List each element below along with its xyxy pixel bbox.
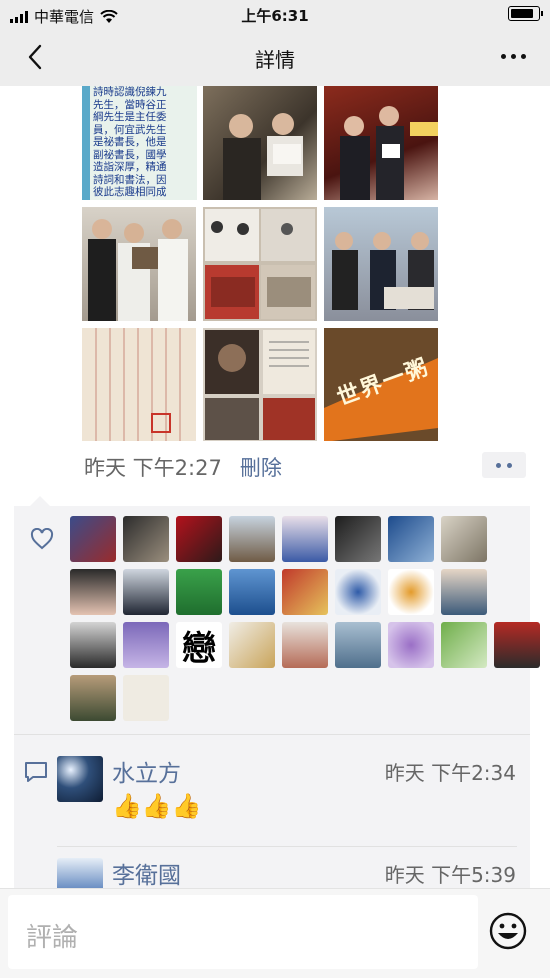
divider (57, 846, 517, 847)
dot-icon (507, 462, 512, 468)
avatar[interactable] (282, 516, 328, 562)
avatar[interactable] (335, 622, 381, 668)
likes-comments-panel: 戀 水立方 昨天 下午2:34 👍👍👍 李衛國 昨天 下午5:39 (14, 496, 540, 906)
dot-icon (496, 462, 501, 468)
avatar[interactable] (282, 622, 328, 668)
avatar[interactable] (388, 516, 434, 562)
divider (14, 734, 530, 735)
photo-5[interactable] (203, 207, 317, 321)
photo-8[interactable] (203, 328, 317, 441)
photo-9[interactable]: 世界一粥 (324, 328, 438, 441)
avatar[interactable] (441, 516, 487, 562)
more-options-icon[interactable] (501, 54, 526, 59)
delete-link[interactable]: 刪除 (240, 456, 282, 480)
photo-grid: 詩時認識倪鍊九 先生，當時谷正 綱先生是主任委 員，何宜武先生 是祕書長，他是 … (82, 86, 439, 441)
comment-author[interactable]: 水立方 (112, 754, 181, 788)
page-title: 詳情 (255, 48, 295, 72)
comment-input-bar: 評論 (0, 888, 550, 978)
avatar[interactable] (229, 622, 275, 668)
nav-bar: 詳情 (0, 28, 550, 86)
avatar[interactable] (282, 569, 328, 615)
avatar[interactable] (70, 516, 116, 562)
post-time: 昨天 下午2:27 (84, 456, 222, 480)
avatar[interactable] (123, 569, 169, 615)
avatar[interactable] (229, 569, 275, 615)
comment-input-placeholder: 評論 (26, 923, 79, 953)
comment-time: 昨天 下午2:34 (384, 761, 516, 785)
comment-text: 👍👍👍 (112, 792, 202, 820)
avatar[interactable] (70, 569, 116, 615)
emoji-icon[interactable] (488, 911, 528, 951)
avatar[interactable] (441, 622, 487, 668)
calligraphy-avatar-text: 戀 (182, 628, 216, 669)
avatar[interactable] (388, 569, 434, 615)
photo-2[interactable] (203, 86, 317, 200)
avatar[interactable] (123, 675, 169, 721)
photo-caption-strip: 詩時認識倪鍊九 先生，當時谷正 綱先生是主任委 員，何宜武先生 是祕書長，他是 … (90, 86, 197, 200)
avatar[interactable] (441, 569, 487, 615)
post-actions-button[interactable] (482, 452, 526, 478)
avatar[interactable] (494, 622, 540, 668)
avatar[interactable]: 戀 (176, 622, 222, 668)
comment-icon (25, 762, 47, 782)
avatar[interactable] (123, 516, 169, 562)
photo-3[interactable] (324, 86, 438, 200)
avatar[interactable] (335, 516, 381, 562)
comment-author[interactable]: 李衛國 (112, 856, 181, 890)
avatar[interactable] (123, 622, 169, 668)
comment-time: 昨天 下午5:39 (384, 863, 516, 887)
photo-7[interactable] (82, 328, 196, 441)
avatar[interactable] (70, 675, 116, 721)
status-time: 上午6:31 (241, 7, 309, 25)
comment-avatar[interactable] (57, 756, 103, 802)
status-bar: 中華電信 上午6:31 (0, 0, 550, 28)
avatar[interactable] (176, 516, 222, 562)
avatar[interactable] (176, 569, 222, 615)
post-meta: 昨天 下午2:27 刪除 (84, 452, 282, 482)
photo-6[interactable] (324, 207, 438, 321)
photo-4[interactable] (82, 207, 196, 321)
photo-1[interactable]: 詩時認識倪鍊九 先生，當時谷正 綱先生是主任委 員，何宜武先生 是祕書長，他是 … (82, 86, 197, 200)
comment-input[interactable]: 評論 (8, 895, 478, 969)
avatar[interactable] (70, 622, 116, 668)
battery-icon (508, 6, 543, 21)
avatar[interactable] (388, 622, 434, 668)
heart-icon (30, 528, 54, 550)
avatar[interactable] (229, 516, 275, 562)
avatar[interactable] (335, 569, 381, 615)
